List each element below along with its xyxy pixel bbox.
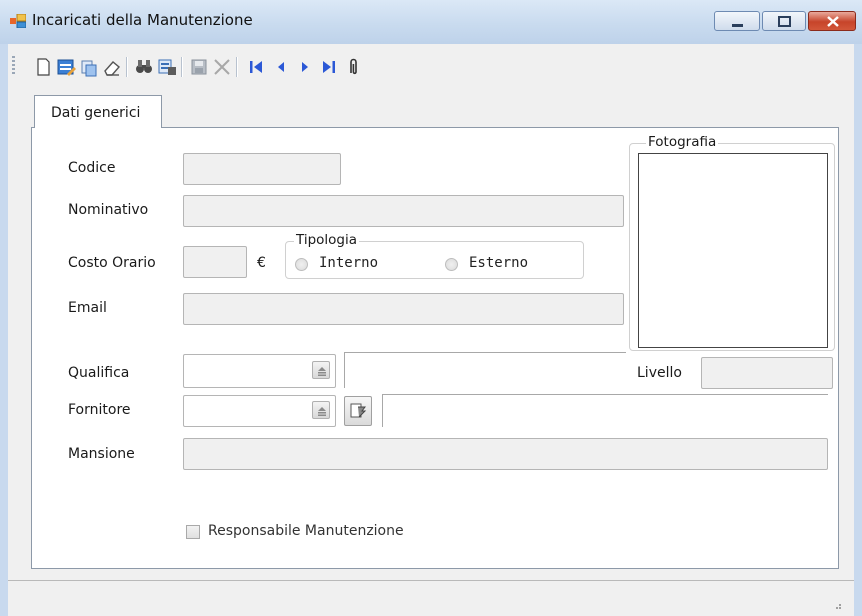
find-icon[interactable] bbox=[133, 56, 155, 78]
interno-label[interactable]: Interno bbox=[319, 255, 378, 271]
fornitore-description bbox=[382, 394, 828, 427]
qualifica-description bbox=[344, 352, 626, 388]
currency-symbol: € bbox=[257, 255, 266, 271]
codice-label: Codice bbox=[68, 160, 116, 176]
title-bar[interactable]: Incaricati della Manutenzione bbox=[0, 0, 862, 44]
fornitore-label: Fornitore bbox=[68, 402, 131, 418]
fornitore-combo[interactable] bbox=[183, 395, 336, 427]
minimize-button[interactable] bbox=[714, 11, 760, 31]
toolbar-grip[interactable] bbox=[12, 56, 15, 76]
qualifica-combo[interactable] bbox=[183, 354, 336, 388]
close-button[interactable] bbox=[808, 11, 856, 31]
mansione-label: Mansione bbox=[68, 446, 135, 462]
edit-icon[interactable] bbox=[55, 56, 77, 78]
new-icon[interactable] bbox=[32, 56, 54, 78]
responsabile-label[interactable]: Responsabile Manutenzione bbox=[208, 523, 404, 539]
livello-field[interactable] bbox=[701, 357, 833, 389]
copy-icon[interactable] bbox=[78, 56, 100, 78]
nominativo-label: Nominativo bbox=[68, 202, 149, 218]
nominativo-field[interactable] bbox=[183, 195, 624, 227]
save-icon[interactable] bbox=[188, 56, 210, 78]
tab-dati-generici[interactable]: Dati generici bbox=[34, 95, 162, 128]
size-grip-icon[interactable] bbox=[832, 600, 842, 610]
codice-field[interactable] bbox=[183, 153, 341, 185]
costo-orario-label: Costo Orario bbox=[68, 255, 156, 271]
app-icon bbox=[10, 13, 27, 29]
mansione-field[interactable] bbox=[183, 438, 828, 470]
previous-record-icon[interactable] bbox=[270, 56, 292, 78]
tab-label: Dati generici bbox=[51, 105, 141, 121]
delete-icon[interactable] bbox=[211, 56, 233, 78]
qualifica-lookup-button[interactable] bbox=[312, 361, 330, 379]
eraser-icon[interactable] bbox=[101, 56, 123, 78]
esterno-radio[interactable] bbox=[445, 258, 458, 271]
status-bar bbox=[8, 580, 854, 616]
fornitore-lookup-button[interactable] bbox=[312, 401, 330, 419]
tipologia-title: Tipologia bbox=[294, 232, 360, 248]
esterno-label[interactable]: Esterno bbox=[469, 255, 528, 271]
livello-label: Livello bbox=[637, 365, 682, 381]
search-record-icon[interactable] bbox=[156, 56, 178, 78]
costo-orario-field[interactable] bbox=[183, 246, 247, 278]
fotografia-title: Fotografia bbox=[646, 134, 719, 150]
interno-radio[interactable] bbox=[295, 258, 308, 271]
maximize-button[interactable] bbox=[762, 11, 806, 31]
window-title: Incaricati della Manutenzione bbox=[32, 11, 253, 29]
first-record-icon[interactable] bbox=[245, 56, 267, 78]
last-record-icon[interactable] bbox=[318, 56, 340, 78]
email-label: Email bbox=[68, 300, 107, 316]
responsabile-checkbox[interactable] bbox=[186, 525, 200, 539]
next-record-icon[interactable] bbox=[294, 56, 316, 78]
photo-box[interactable] bbox=[638, 153, 828, 348]
qualifica-label: Qualifica bbox=[68, 365, 130, 381]
open-supplier-button[interactable] bbox=[344, 396, 372, 426]
email-field[interactable] bbox=[183, 293, 624, 325]
attachment-icon[interactable] bbox=[342, 56, 364, 78]
